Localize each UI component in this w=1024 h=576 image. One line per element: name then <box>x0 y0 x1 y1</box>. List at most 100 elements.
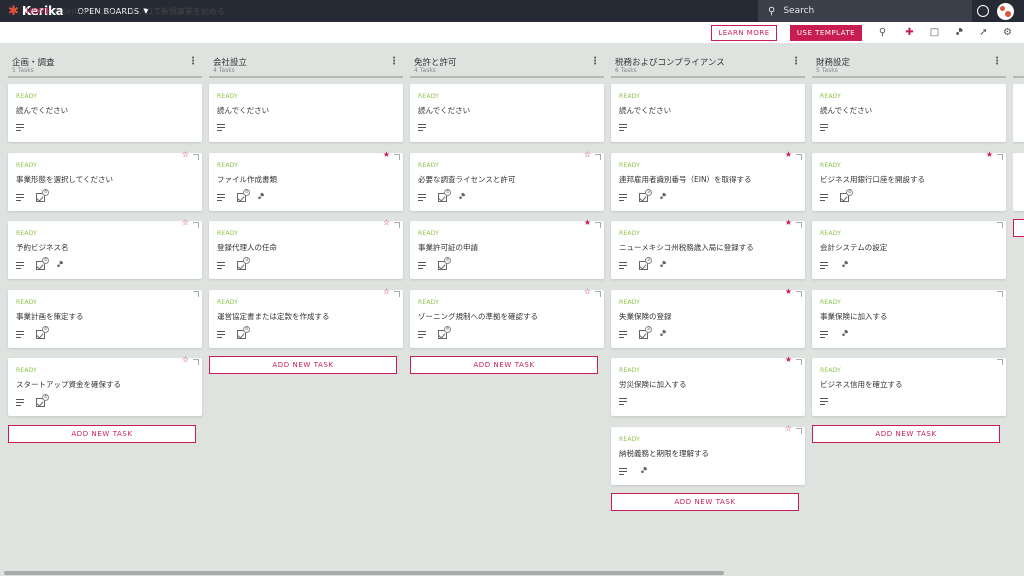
task-card[interactable]: READY 読んでください <box>410 84 604 142</box>
checklist-icon: 3 <box>639 257 652 270</box>
task-card[interactable]: READY 登録代理人の任命 ☆ 3 <box>209 219 403 279</box>
add-new-task-button[interactable]: ADD NEW TASK <box>812 424 1000 443</box>
task-card[interactable]: READY 労災保険に加入する ★ <box>611 356 805 416</box>
task-title: 運営協定書または定款を作成する <box>217 311 330 321</box>
horizontal-scrollbar[interactable] <box>4 571 724 575</box>
task-title: ゾーニング規制への準拠を確認する <box>418 311 538 321</box>
description-icon <box>418 262 426 269</box>
attachment-icon: ❢ <box>837 258 851 272</box>
task-card[interactable]: READY ゾーニング規制への準拠を確認する ☆ 4 <box>410 287 604 348</box>
chat-icon[interactable]: □ <box>928 26 941 39</box>
star-outline-icon[interactable]: ☆ <box>383 219 390 227</box>
attachment-icon: ❢ <box>837 327 851 340</box>
task-card[interactable]: READY 読んでください <box>611 84 805 142</box>
star-filled-icon[interactable]: ★ <box>785 150 792 159</box>
task-indicators: ❢ <box>820 258 851 272</box>
checklist-count: 3 <box>243 257 250 264</box>
column-menu-icon[interactable]: ⋮ <box>791 56 801 67</box>
task-card[interactable]: READY 予約ビジネス名 ☆ 4 ❢ <box>8 219 202 279</box>
task-status: READY <box>820 161 842 169</box>
star-outline-icon[interactable]: ☆ <box>182 150 189 159</box>
task-card[interactable]: READY 納税義務と期限を理解する ☆ ❢ <box>611 424 805 485</box>
star-filled-icon[interactable]: ★ <box>584 219 591 227</box>
task-card[interactable]: READY 事業形態を選択してください ☆ 4 <box>8 150 202 211</box>
task-status: READY <box>418 230 440 237</box>
description-icon <box>619 467 627 475</box>
checklist-count: 4 <box>42 257 49 264</box>
add-new-task-button[interactable] <box>1013 219 1024 237</box>
column-task-count: 6 Tasks <box>615 67 637 74</box>
help-icon[interactable]: ? <box>977 5 989 17</box>
task-status: READY <box>619 298 641 306</box>
star-filled-icon[interactable]: ★ <box>986 150 993 159</box>
task-card[interactable]: READY 事業保険に加入する ❢ <box>812 289 1006 348</box>
column-menu-icon[interactable]: ⋮ <box>389 56 399 67</box>
task-card[interactable] <box>1013 84 1024 142</box>
task-card[interactable]: READY 読んでください <box>812 84 1006 142</box>
task-card[interactable]: READY 必要な調査ライセンスと許可 ☆ 4 ❢ <box>410 150 604 211</box>
task-card[interactable]: READY スタートアップ資金を確保する ☆ 4 <box>8 356 202 416</box>
star-outline-icon[interactable]: ☆ <box>383 287 390 296</box>
description-icon <box>820 330 828 338</box>
checklist-count: 3 <box>645 257 652 264</box>
learn-more-button[interactable]: LEARN MORE <box>711 25 777 41</box>
card-corner-icon <box>193 153 199 160</box>
add-new-task-button[interactable]: ADD NEW TASK <box>611 493 799 511</box>
task-title: 読んでください <box>619 106 672 115</box>
task-title: 登録代理人の任命 <box>217 243 277 252</box>
task-title: 労災保険に加入する <box>619 380 687 389</box>
description-icon <box>619 193 627 201</box>
star-filled-icon[interactable]: ★ <box>785 356 792 364</box>
column-menu-icon[interactable]: ⋮ <box>992 56 1002 67</box>
task-card[interactable]: READY 会計システムの設定 ❢ <box>812 221 1006 279</box>
star-outline-icon[interactable]: ☆ <box>182 356 189 364</box>
task-card[interactable]: READY 読んでください <box>209 84 403 142</box>
star-outline-icon[interactable]: ☆ <box>785 424 792 433</box>
star-filled-icon[interactable]: ★ <box>785 287 792 296</box>
breadcrumb-home[interactable]: HOME <box>26 7 50 16</box>
add-person-icon[interactable]: ✚ <box>903 26 916 39</box>
task-card[interactable]: READY ビジネス用銀行口座を開設する ★ 4 <box>812 150 1006 211</box>
column-menu-icon[interactable]: ⋮ <box>590 56 600 67</box>
use-template-button[interactable]: USE TEMPLATE <box>790 25 862 41</box>
search-icon[interactable]: ⚲ <box>876 26 889 39</box>
add-new-task-button[interactable]: ADD NEW TASK <box>209 356 397 374</box>
card-corner-icon <box>193 359 199 365</box>
task-status: READY <box>16 367 38 374</box>
search-box[interactable]: ⚲ Search <box>758 0 972 22</box>
task-card[interactable]: READY 運営協定書または定款を作成する ☆ 4 <box>209 287 403 348</box>
add-new-task-button[interactable]: ADD NEW TASK <box>410 356 598 374</box>
star-filled-icon[interactable]: ★ <box>785 219 792 227</box>
task-title: ビジネス用銀行口座を開設する <box>820 174 925 184</box>
gear-icon[interactable]: ⚙ <box>1001 26 1014 39</box>
task-card[interactable]: READY 読んでください <box>8 84 202 142</box>
task-card[interactable]: READY ファイル作成書類 ★ 4 ❢ <box>209 150 403 211</box>
card-corner-icon <box>394 153 400 160</box>
add-new-task-button[interactable]: ADD NEW TASK <box>8 424 196 443</box>
star-outline-icon[interactable]: ☆ <box>584 287 591 296</box>
chevron-right-icon: › <box>54 7 58 16</box>
breadcrumb-workspace[interactable]: Kerika <box>61 7 86 16</box>
star-outline-icon[interactable]: ☆ <box>584 150 591 159</box>
checklist-icon: 4 <box>840 188 853 202</box>
description-icon <box>16 124 24 131</box>
description-icon <box>418 193 426 201</box>
task-card[interactable]: READY 事業計画を策定する 4 <box>8 289 202 348</box>
board-toolbar <box>0 22 1024 44</box>
task-indicators: 4 <box>16 394 55 407</box>
task-card[interactable]: READY ビジネス信用を確立する <box>812 358 1006 416</box>
task-card[interactable]: READY 事業許可証の申請 ★ 4 <box>410 219 604 279</box>
pin-icon[interactable]: ➚ <box>977 26 990 39</box>
star-outline-icon[interactable]: ☆ <box>182 219 189 227</box>
column-header: 企画・調査 5 Tasks ⋮ <box>8 56 202 78</box>
task-card[interactable]: READY ニューメキシコ州税務歳入局に登録する ★ 3 ❢ <box>611 219 805 279</box>
user-avatar[interactable] <box>997 3 1014 20</box>
task-card[interactable] <box>1013 152 1024 211</box>
task-card[interactable]: READY 連邦雇用者識別番号（EIN）を取得する ★ 3 ❢ <box>611 150 805 211</box>
card-corner-icon <box>997 153 1003 160</box>
column-menu-icon[interactable]: ⋮ <box>188 56 198 67</box>
column-task-count: 4 Tasks <box>414 67 436 74</box>
task-card[interactable]: READY 失業保険の登録 ★ 3 ❢ <box>611 287 805 348</box>
task-indicators: 4 ❢ <box>418 188 467 203</box>
star-filled-icon[interactable]: ★ <box>383 150 390 159</box>
